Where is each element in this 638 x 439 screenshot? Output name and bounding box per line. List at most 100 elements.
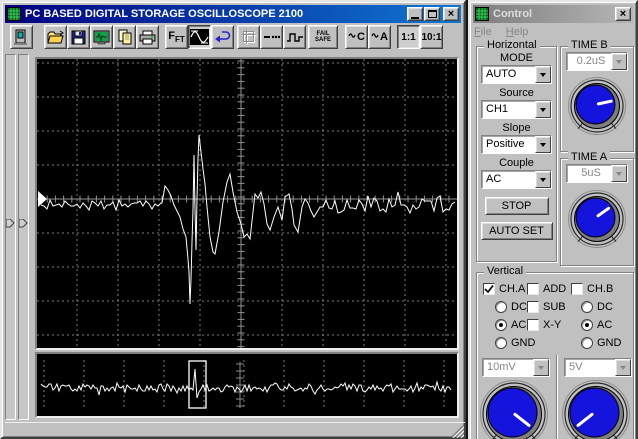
v-c1-add-label: ADD [543,283,567,295]
source-combo[interactable]: CH1 [481,100,552,119]
v-c0-ac-radio[interactable] [495,319,507,331]
couple-combo[interactable]: AC [481,170,552,189]
vertical-divider [556,355,558,439]
v-c1-sub-checkbox[interactable] [527,301,539,313]
undo-button[interactable] [211,25,234,49]
menu-file[interactable]: File [474,26,492,38]
close-icon: × [447,8,455,20]
slider-a-thumb[interactable] [6,219,15,228]
source-combo-dropdown-arrow[interactable] [535,101,551,118]
time-a-combo-dropdown-arrow[interactable] [611,165,627,182]
source-label: Source [499,87,534,99]
open-button[interactable] [44,25,67,49]
wave-c-button[interactable]: C [345,25,368,49]
undo-arrow-icon [214,29,232,45]
mode-combo[interactable]: AUTO [481,65,552,84]
time-a-combo[interactable]: 5uS [566,164,628,183]
control-icon [475,7,489,21]
couple-combo-dropdown-arrow[interactable] [535,171,551,188]
maximize-icon [427,10,437,18]
square-wave-button[interactable] [283,25,306,49]
resize-grip[interactable] [450,424,464,438]
v-c0-cha-checkbox[interactable] [483,283,495,295]
ch-a-scale-combo[interactable]: 10mV [482,358,550,377]
time-b-combo-dropdown-arrow[interactable] [611,53,627,70]
desktop: PC BASED DIGITAL STORAGE OSCILLOSCOPE 21… [0,0,638,439]
main-window: PC BASED DIGITAL STORAGE OSCILLOSCOPE 21… [0,0,466,439]
ch-b-scale-combo[interactable]: 5V [564,358,632,377]
main-scope-display [35,57,459,350]
time-b-group-label: TIME B [568,39,611,51]
auto-set-button[interactable]: AUTO SET [480,222,553,240]
display-button[interactable] [90,25,113,49]
position-slider-b[interactable] [18,54,29,420]
position-slider-a[interactable] [5,54,16,420]
save-floppy-icon [71,30,86,45]
v-c2-gnd-radio[interactable] [581,337,593,349]
menu-help[interactable]: Help [506,26,529,38]
control-window: Control × File Help Horizontal MODE AUTO So… [468,0,638,439]
ch-b-scale-knob[interactable] [561,379,631,439]
copy-pages-icon [117,29,133,45]
grid-icon [241,29,257,45]
close-button[interactable]: × [443,7,459,21]
v-c0-gnd-label: GND [511,337,536,349]
v-c2-chb-label: CH.B [587,283,614,295]
v-c0-gnd-radio[interactable] [495,337,507,349]
minimize-button[interactable] [407,7,423,21]
main-window-title: PC BASED DIGITAL STORAGE OSCILLOSCOPE 21… [25,8,304,20]
v-c2-chb-checkbox[interactable] [571,283,583,295]
time-b-combo[interactable]: 0.2uS [566,52,628,71]
time-b-group: TIME B 0.2uS [560,39,634,152]
control-close-button[interactable]: × [615,7,631,21]
maximize-button[interactable] [424,7,440,21]
stop-button[interactable]: STOP [484,197,549,215]
dotted-line-button[interactable] [260,25,283,49]
app-icon [7,7,21,21]
v-c2-ac-label: AC [597,319,613,331]
grid-button[interactable] [237,25,260,49]
control-close-icon: × [619,8,627,20]
v-c0-ac-label: AC [511,319,527,331]
status-bar [5,422,465,439]
v-c2-dc-radio[interactable] [581,301,593,313]
slope-label: Slope [502,122,531,134]
ch-b-scale-combo-dropdown-arrow[interactable] [615,359,631,376]
horizontal-group: Horizontal MODE AUTO Source CH1 Slope Positiv… [476,39,557,262]
trigger-marker [38,191,47,207]
main-titlebar[interactable]: PC BASED DIGITAL STORAGE OSCILLOSCOPE 21… [5,5,461,23]
time-b-knob[interactable] [567,76,627,136]
main-toolbar: FFT FAIL SAFE C A 1:1 10:1 [5,25,443,52]
exit-button[interactable] [10,25,33,49]
scope-screen-icon [93,30,110,45]
waveform-display-button[interactable] [188,25,211,49]
mode-combo-dropdown-arrow[interactable] [535,66,551,83]
control-titlebar[interactable]: Control × [473,5,633,23]
copy-button[interactable] [113,25,136,49]
ratio-10-1-button[interactable]: 10:1 [420,25,443,49]
sine-wave-icon [190,29,209,45]
v-c2-ac-radio[interactable] [581,319,593,331]
slope-combo-dropdown-arrow[interactable] [535,136,551,153]
v-c0-cha-label: CH.A [499,283,526,295]
print-button[interactable] [136,25,159,49]
v-c0-dc-radio[interactable] [495,301,507,313]
v-c1-add-checkbox[interactable] [527,283,539,295]
wave-a-button[interactable]: A [368,25,391,49]
exit-icon [13,29,30,46]
time-a-knob[interactable] [567,189,627,249]
overview-selection-rect[interactable] [188,360,207,409]
ch-a-scale-combo-dropdown-arrow[interactable] [533,359,549,376]
v-c1-xy-checkbox[interactable] [527,319,539,331]
ch-a-scale-knob[interactable] [479,379,549,439]
open-folder-icon [46,30,65,45]
fft-button[interactable]: FFT [165,25,188,49]
overview-scope-display [35,352,459,418]
slope-combo[interactable]: Positive [481,135,552,154]
ratio-1-1-button[interactable]: 1:1 [397,25,420,49]
save-button[interactable] [67,25,90,49]
fail-safe-button[interactable]: FAIL SAFE [308,25,338,49]
v-c0-dc-label: DC [511,301,527,313]
slider-b-thumb[interactable] [19,219,28,228]
v-c1-xy-label: X-Y [543,319,562,331]
